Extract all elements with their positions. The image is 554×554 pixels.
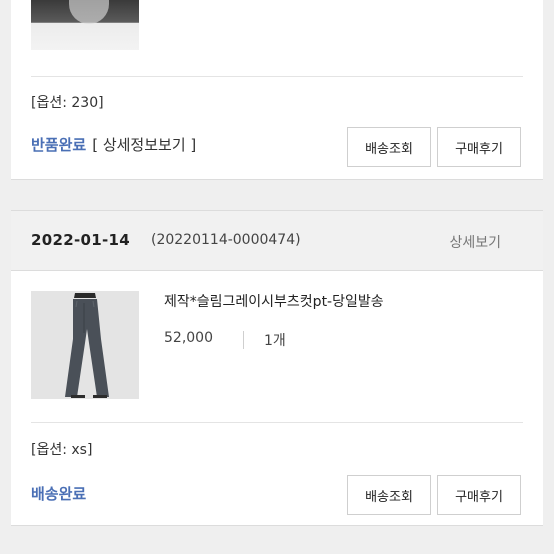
product-image-detail [69,0,109,24]
order-status: 배송완료 [31,485,87,503]
status-label: 반품완료 [31,136,87,154]
order-header: 2022-01-14 (20220114-0000474) 상세보기 [11,211,543,271]
write-review-button[interactable]: 구매후기 [437,475,521,515]
divider [31,76,523,77]
write-review-button[interactable]: 구매후기 [437,127,521,167]
product-price: 52,000 [164,330,213,346]
order-card: [옵션: 230] 반품완료 [ 상세정보보기 ] 배송조회 구매후기 [11,0,543,180]
order-option: [옵션: 230] [31,95,104,111]
shipping-track-button[interactable]: 배송조회 [347,127,431,167]
product-quantity: 1개 [264,333,286,349]
order-date: 2022-01-14 [31,231,130,249]
divider [243,331,244,349]
order-detail-link[interactable]: 상세보기 [449,232,501,252]
order-option: [옵션: xs] [31,442,93,458]
jeans-image [31,291,139,399]
product-thumbnail[interactable] [31,291,139,399]
order-status: 반품완료 [ 상세정보보기 ] [31,134,196,155]
order-number: (20220114-0000474) [151,232,301,248]
product-thumbnail[interactable] [31,0,139,50]
divider [31,422,523,423]
product-name[interactable]: 제작*슬림그레이시부츠컷pt-당일발송 [164,291,384,311]
shipping-track-button[interactable]: 배송조회 [347,475,431,515]
order-card: 2022-01-14 (20220114-0000474) 상세보기 제작*슬림… [11,210,543,526]
detail-info-link[interactable]: [ 상세정보보기 ] [92,136,196,154]
